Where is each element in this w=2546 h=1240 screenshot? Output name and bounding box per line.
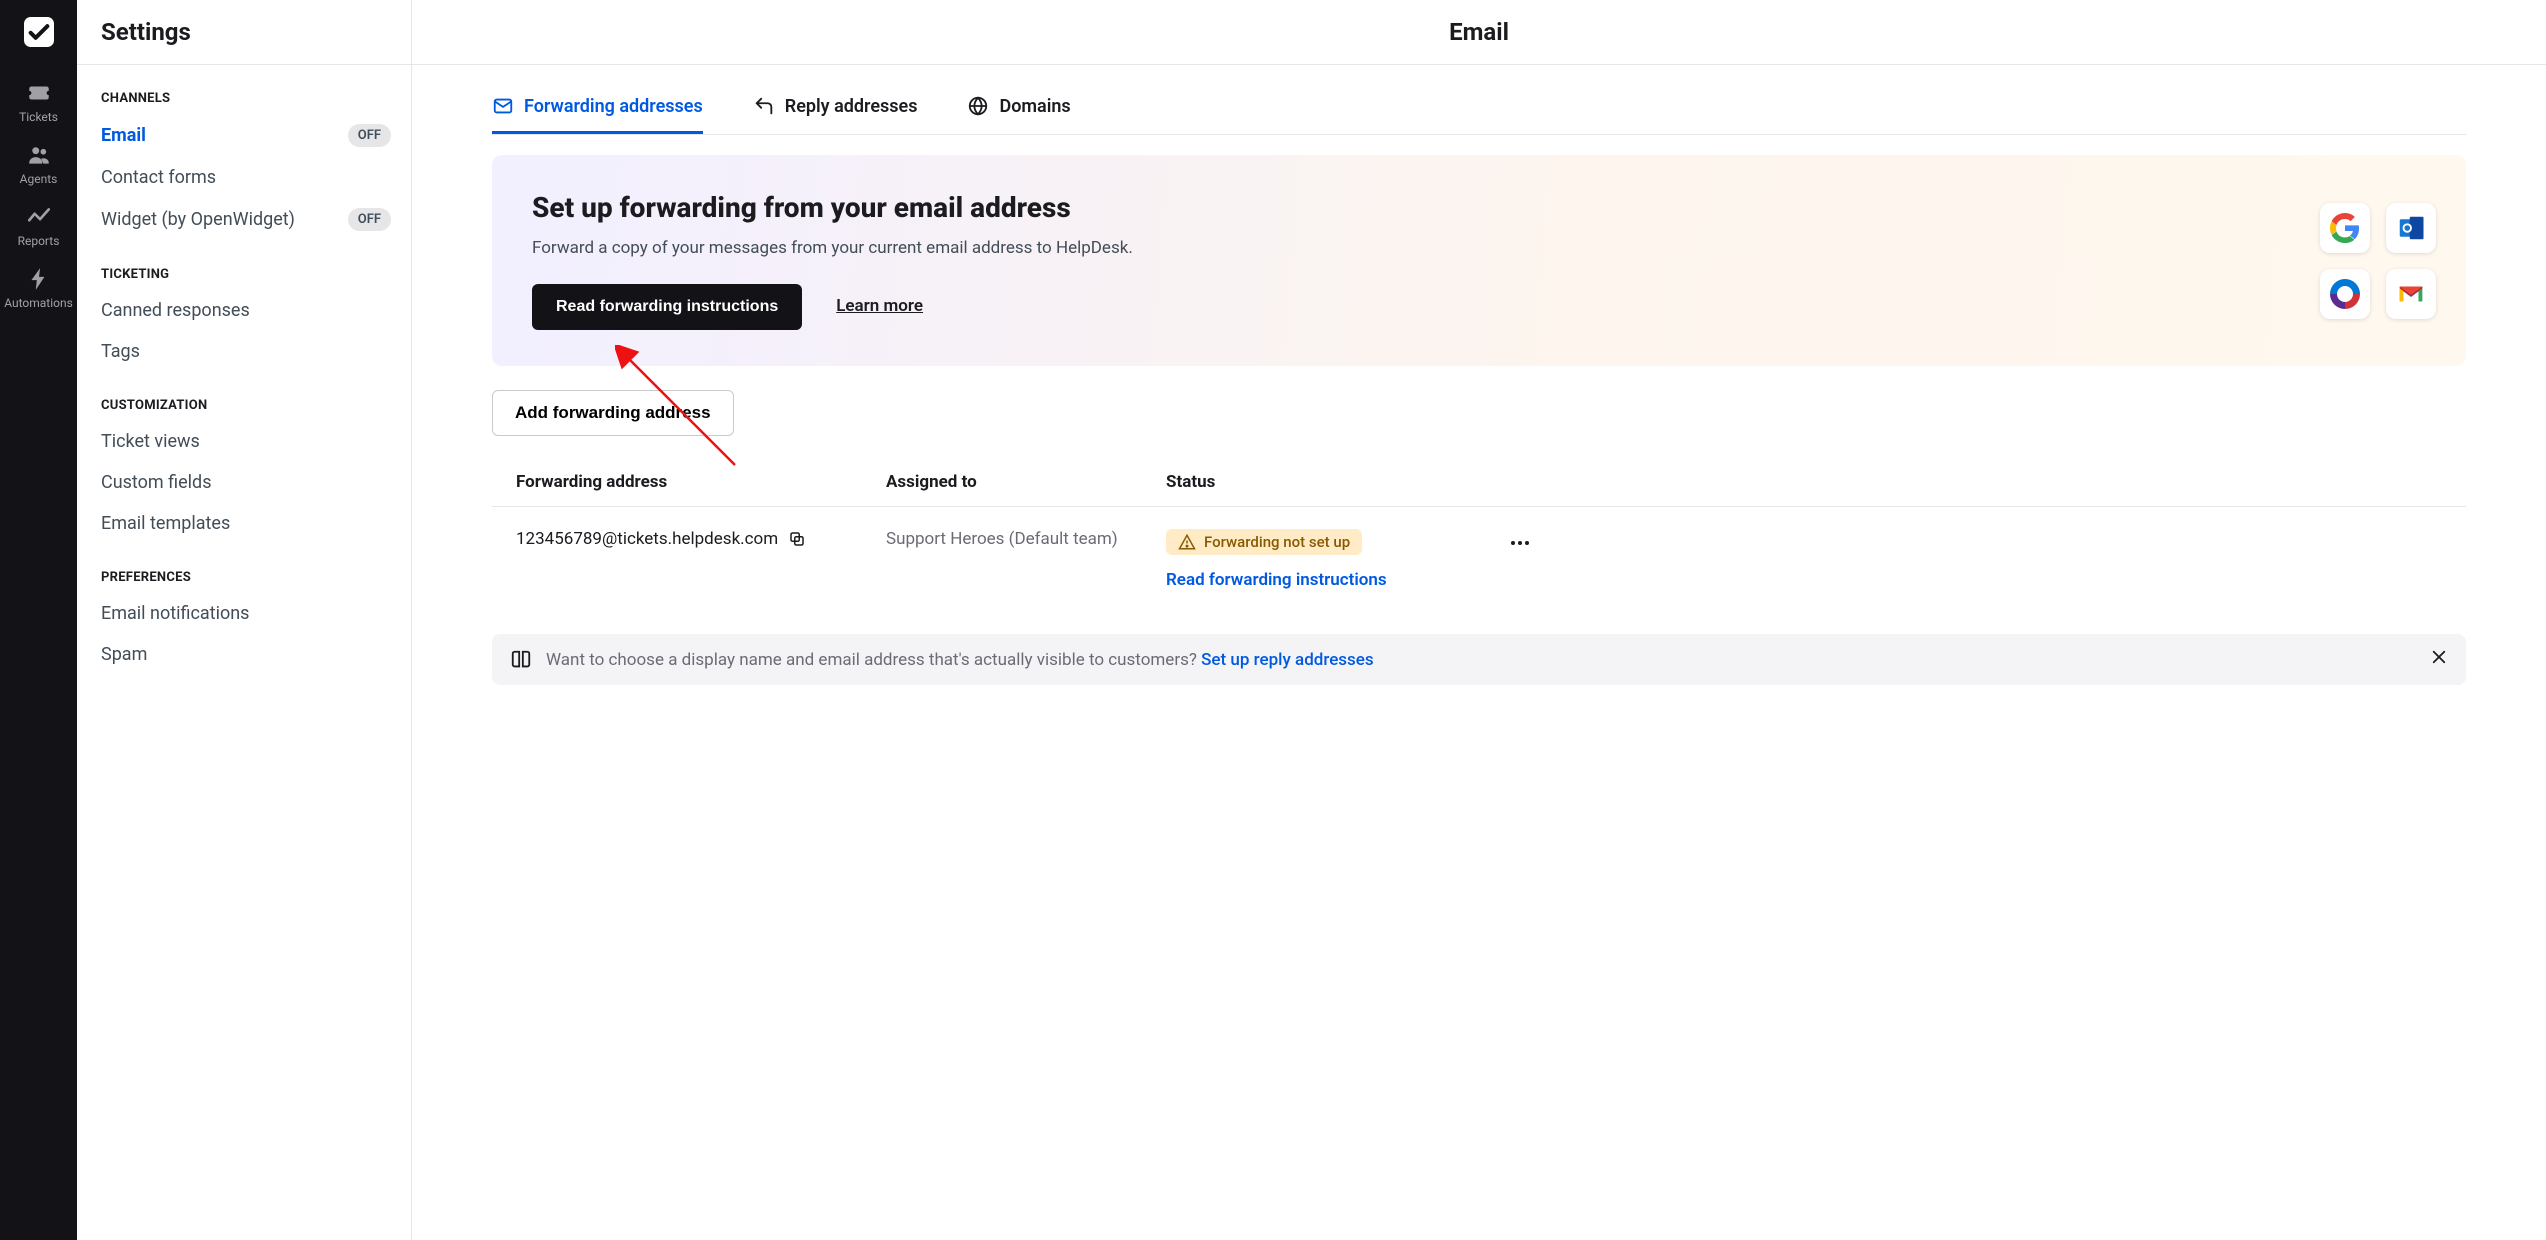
copy-icon[interactable] (788, 530, 806, 548)
sidebar-item-label: Canned responses (101, 300, 250, 321)
section-ticketing: TICKETING (77, 241, 411, 290)
tab-label: Domains (999, 96, 1070, 117)
sidebar-item-label: Contact forms (101, 167, 216, 188)
rail-label: Automations (4, 296, 73, 310)
sidebar-item-spam[interactable]: Spam (77, 634, 411, 675)
google-icon (2320, 203, 2370, 253)
warning-icon (1178, 533, 1196, 551)
nav-rail: Tickets Agents Reports Automations (0, 0, 77, 1240)
section-preferences: PREFERENCES (77, 544, 411, 593)
status-badge: OFF (348, 124, 391, 147)
sidebar-item-label: Ticket views (101, 431, 200, 452)
sidebar-item-widget[interactable]: Widget (by OpenWidget) OFF (77, 198, 411, 241)
tip-close-button[interactable] (2430, 648, 2448, 671)
sidebar-item-label: Email notifications (101, 603, 249, 624)
status-text: Forwarding not set up (1204, 533, 1350, 551)
sidebar-item-label: Spam (101, 644, 147, 665)
rail-item-agents[interactable]: Agents (0, 132, 77, 194)
sidebar-item-custom-fields[interactable]: Custom fields (77, 462, 411, 503)
sidebar-item-contact-forms[interactable]: Contact forms (77, 157, 411, 198)
sidebar-item-email-notifications[interactable]: Email notifications (77, 593, 411, 634)
sidebar-item-tags[interactable]: Tags (77, 331, 411, 372)
rail-item-automations[interactable]: Automations (0, 256, 77, 318)
book-icon (510, 649, 532, 671)
rail-label: Agents (20, 172, 58, 186)
settings-sidebar: Settings CHANNELS Email OFF Contact form… (77, 0, 412, 1240)
status-badge: OFF (348, 208, 391, 231)
globe-icon (967, 95, 989, 117)
read-instructions-button[interactable]: Read forwarding instructions (532, 284, 802, 330)
row-actions-menu[interactable] (1506, 529, 1534, 557)
tip-bar: Want to choose a display name and email … (492, 634, 2466, 685)
rail-item-tickets[interactable]: Tickets (0, 70, 77, 132)
tab-label: Reply addresses (785, 96, 918, 117)
status-badge: Forwarding not set up (1166, 529, 1362, 555)
table-row: 123456789@tickets.helpdesk.com Support H… (492, 507, 2466, 590)
rail-item-reports[interactable]: Reports (0, 194, 77, 256)
banner-subtitle: Forward a copy of your messages from you… (532, 238, 2426, 258)
col-assigned-to: Assigned to (886, 472, 1166, 492)
sidebar-item-label: Email templates (101, 513, 230, 534)
tabs: Forwarding addresses Reply addresses Dom… (492, 95, 2466, 135)
tab-reply[interactable]: Reply addresses (753, 95, 918, 134)
col-forwarding-address: Forwarding address (516, 472, 886, 492)
rail-label: Tickets (19, 110, 58, 124)
add-forwarding-button[interactable]: Add forwarding address (492, 390, 734, 436)
rail-label: Reports (18, 234, 60, 248)
section-customization: CUSTOMIZATION (77, 372, 411, 421)
tip-text: Want to choose a display name and email … (546, 650, 1201, 670)
assigned-team: Support Heroes (Default team) (886, 529, 1166, 549)
tab-label: Forwarding addresses (524, 96, 703, 117)
forwarding-address: 123456789@tickets.helpdesk.com (516, 529, 778, 549)
app-logo[interactable] (19, 12, 59, 52)
tab-forwarding[interactable]: Forwarding addresses (492, 95, 703, 134)
sidebar-item-label: Email (101, 125, 146, 146)
tab-domains[interactable]: Domains (967, 95, 1070, 134)
outlook-icon (2386, 203, 2436, 253)
reply-icon (753, 95, 775, 117)
page-title: Email (412, 0, 2546, 65)
learn-more-link[interactable]: Learn more (836, 296, 923, 316)
setup-banner: Set up forwarding from your email addres… (492, 155, 2466, 366)
sidebar-item-ticket-views[interactable]: Ticket views (77, 421, 411, 462)
col-status: Status (1166, 472, 1506, 492)
sidebar-item-email[interactable]: Email OFF (77, 114, 411, 157)
sidebar-item-canned[interactable]: Canned responses (77, 290, 411, 331)
read-instructions-link[interactable]: Read forwarding instructions (1166, 570, 1506, 590)
banner-title: Set up forwarding from your email addres… (532, 191, 2426, 224)
section-channels: CHANNELS (77, 65, 411, 114)
main: Email Forwarding addresses Reply address… (412, 0, 2546, 1240)
sidebar-item-email-templates[interactable]: Email templates (77, 503, 411, 544)
more-icon (1508, 531, 1532, 555)
tip-link[interactable]: Set up reply addresses (1201, 650, 1374, 670)
provider-icons (2320, 203, 2436, 319)
sidebar-item-label: Widget (by OpenWidget) (101, 209, 295, 230)
forwarding-table: Forwarding address Assigned to Status 12… (492, 472, 2466, 590)
gmail-icon (2386, 269, 2436, 319)
mail-icon (492, 95, 514, 117)
close-icon (2430, 648, 2448, 666)
sidebar-item-label: Tags (101, 341, 140, 362)
sidebar-item-label: Custom fields (101, 472, 212, 493)
sidebar-title: Settings (101, 18, 387, 46)
office365-icon (2320, 269, 2370, 319)
